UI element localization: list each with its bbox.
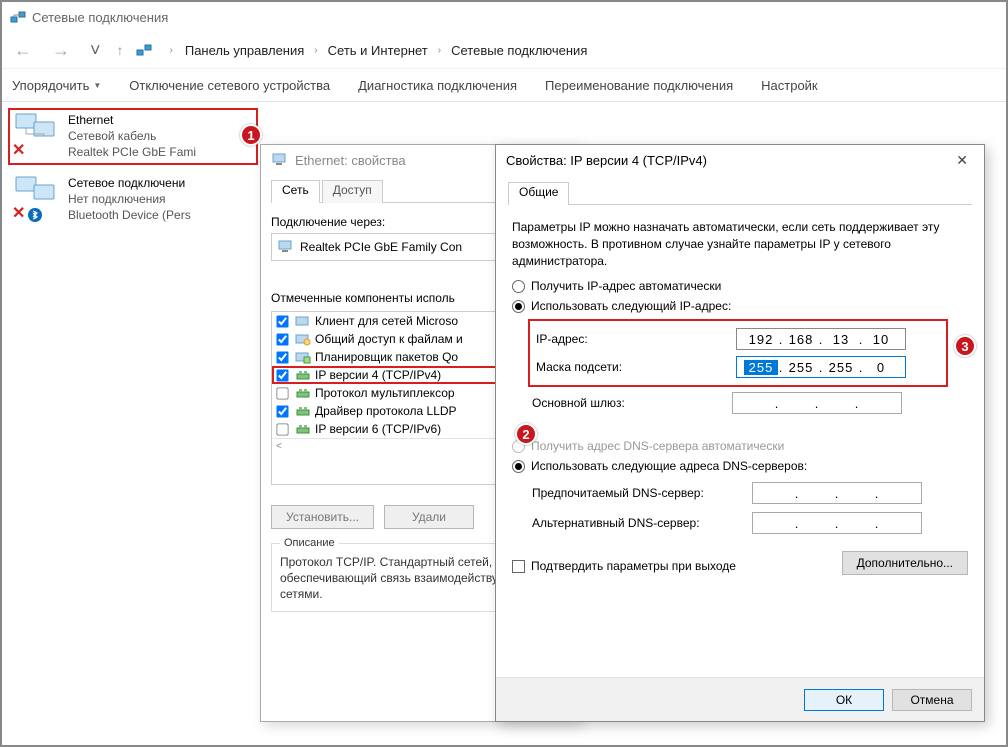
step-badge-2: 2 bbox=[515, 423, 537, 445]
dialog-title: Свойства: IP версии 4 (TCP/IPv4) bbox=[506, 153, 707, 168]
connection-device: Realtek PCIe GbE Fami bbox=[68, 144, 196, 160]
component-checkbox[interactable] bbox=[276, 387, 288, 399]
dns2-field[interactable]: ... bbox=[752, 512, 922, 534]
gateway-label: Основной шлюз: bbox=[532, 396, 722, 410]
connection-icon: ✕ bbox=[12, 175, 60, 223]
ip-label: IP-адрес: bbox=[536, 332, 726, 346]
radio-auto-dns: Получить адрес DNS-сервера автоматически bbox=[512, 439, 968, 453]
nav-fwd-icon: → bbox=[48, 40, 74, 61]
dns1-label: Предпочитаемый DNS-сервер: bbox=[532, 486, 742, 500]
connection-item-bluetooth[interactable]: ✕ Сетевое подключени Нет подключения Blu… bbox=[8, 171, 258, 228]
component-label: IP версии 4 (TCP/IPv4) bbox=[315, 368, 441, 382]
error-x-icon: ✕ bbox=[12, 140, 25, 160]
component-label: Планировщик пакетов Qo bbox=[315, 350, 458, 364]
connection-title: Ethernet bbox=[68, 112, 196, 128]
breadcrumb-item[interactable]: Панель управления bbox=[185, 43, 304, 58]
window-title: Сетевые подключения bbox=[32, 10, 168, 25]
adapter-name: Realtek PCIe GbE Family Con bbox=[300, 240, 462, 254]
step-badge-3: 3 bbox=[954, 335, 976, 357]
proto-icon bbox=[295, 404, 311, 418]
radio-auto-ip[interactable]: Получить IP-адрес автоматически bbox=[512, 279, 968, 293]
install-button[interactable]: Установить... bbox=[271, 505, 374, 529]
component-label: Общий доступ к файлам и bbox=[315, 332, 463, 346]
component-checkbox[interactable] bbox=[276, 369, 288, 381]
window-titlebar: Сетевые подключения bbox=[2, 2, 1006, 32]
rename-button[interactable]: Переименование подключения bbox=[545, 78, 733, 93]
ipv4-properties-dialog: Свойства: IP версии 4 (TCP/IPv4) ✕ Общие… bbox=[495, 144, 985, 722]
breadcrumb-icon bbox=[136, 42, 152, 58]
breadcrumb-item[interactable]: Сеть и Интернет bbox=[328, 43, 428, 58]
radio-manual-ip[interactable]: Использовать следующий IP-адрес: bbox=[512, 299, 968, 313]
error-x-icon: ✕ bbox=[12, 203, 25, 223]
nav-back-icon[interactable]: ← bbox=[10, 40, 36, 61]
dialog-footer: ОК Отмена bbox=[496, 677, 984, 721]
ip-address-field[interactable]: 192.168.13.10 bbox=[736, 328, 906, 350]
nav-up-icon[interactable]: ↑ bbox=[117, 42, 124, 58]
connection-item-ethernet[interactable]: ✕ Ethernet Сетевой кабель Realtek PCIe G… bbox=[8, 108, 258, 165]
tab-network[interactable]: Сеть bbox=[271, 180, 320, 203]
cancel-button[interactable]: Отмена bbox=[892, 689, 972, 711]
radio-manual-dns[interactable]: Использовать следующие адреса DNS-сервер… bbox=[512, 459, 968, 473]
radio-selected-icon bbox=[512, 460, 525, 473]
connection-title: Сетевое подключени bbox=[68, 175, 191, 191]
mask-label: Маска подсети: bbox=[536, 360, 726, 374]
disable-device-button[interactable]: Отключение сетевого устройства bbox=[129, 78, 330, 93]
component-checkbox[interactable] bbox=[276, 423, 288, 435]
radio-icon bbox=[512, 280, 525, 293]
adapter-icon bbox=[271, 151, 287, 170]
step-badge-1: 1 bbox=[240, 124, 262, 146]
share-icon bbox=[295, 332, 311, 346]
tabs: Общие bbox=[508, 181, 972, 205]
component-checkbox[interactable] bbox=[276, 315, 288, 327]
tab-access[interactable]: Доступ bbox=[322, 180, 383, 203]
component-label: Клиент для сетей Microso bbox=[315, 314, 458, 328]
advanced-button[interactable]: Дополнительно... bbox=[842, 551, 968, 575]
radio-selected-icon bbox=[512, 300, 525, 313]
ip-fields-highlight: IP-адрес: 192.168.13.10 Маска подсети: 2… bbox=[528, 319, 948, 387]
connection-icon: ✕ bbox=[12, 112, 60, 160]
connection-status: Сетевой кабель bbox=[68, 128, 196, 144]
tab-general[interactable]: Общие bbox=[508, 182, 569, 205]
breadcrumb: Панель управления › Сеть и Интернет › Се… bbox=[185, 43, 588, 58]
component-checkbox[interactable] bbox=[276, 333, 288, 345]
component-label: IP версии 6 (TCP/IPv6) bbox=[315, 422, 441, 436]
connection-status: Нет подключения bbox=[68, 191, 191, 207]
close-icon[interactable]: ✕ bbox=[950, 150, 974, 171]
diagnose-button[interactable]: Диагностика подключения bbox=[358, 78, 517, 93]
component-label: Драйвер протокола LLDP bbox=[315, 404, 457, 418]
component-checkbox[interactable] bbox=[276, 405, 288, 417]
dns2-label: Альтернативный DNS-сервер: bbox=[532, 516, 742, 530]
settings-button[interactable]: Настройк bbox=[761, 78, 817, 93]
connection-device: Bluetooth Device (Pers bbox=[68, 207, 191, 223]
component-label: Протокол мультиплексор bbox=[315, 386, 455, 400]
uninstall-button[interactable]: Удали bbox=[384, 505, 474, 529]
client-icon bbox=[295, 314, 311, 328]
ok-button[interactable]: ОК bbox=[804, 689, 884, 711]
dialog-title: Ethernet: свойства bbox=[295, 153, 406, 168]
dialog-titlebar[interactable]: Свойства: IP версии 4 (TCP/IPv4) ✕ bbox=[496, 145, 984, 175]
proto-icon bbox=[295, 422, 311, 436]
info-text: Параметры IP можно назначать автоматичес… bbox=[512, 219, 968, 269]
component-checkbox[interactable] bbox=[276, 351, 288, 363]
gateway-field[interactable]: ... bbox=[732, 392, 902, 414]
proto-icon bbox=[295, 386, 311, 400]
chevron-down-icon: ▼ bbox=[93, 81, 101, 90]
network-icon bbox=[10, 9, 26, 25]
proto-icon bbox=[295, 368, 311, 382]
checkbox-icon bbox=[512, 560, 525, 573]
breadcrumb-item[interactable]: Сетевые подключения bbox=[451, 43, 587, 58]
organize-menu[interactable]: Упорядочить ▼ bbox=[12, 78, 101, 93]
description-legend: Описание bbox=[280, 536, 339, 551]
nav-bar: ← → ˅ ↑ › Панель управления › Сеть и Инт… bbox=[2, 32, 1006, 68]
dns1-field[interactable]: ... bbox=[752, 482, 922, 504]
connections-list: ✕ Ethernet Сетевой кабель Realtek PCIe G… bbox=[8, 108, 258, 233]
toolbar: Упорядочить ▼ Отключение сетевого устрой… bbox=[2, 68, 1006, 102]
subnet-mask-field[interactable]: 255.255.255.0 bbox=[736, 356, 906, 378]
bluetooth-icon bbox=[28, 208, 42, 225]
qos-icon bbox=[295, 350, 311, 364]
chevron-down-icon[interactable]: ˅ bbox=[86, 40, 105, 61]
adapter-icon bbox=[278, 239, 294, 256]
